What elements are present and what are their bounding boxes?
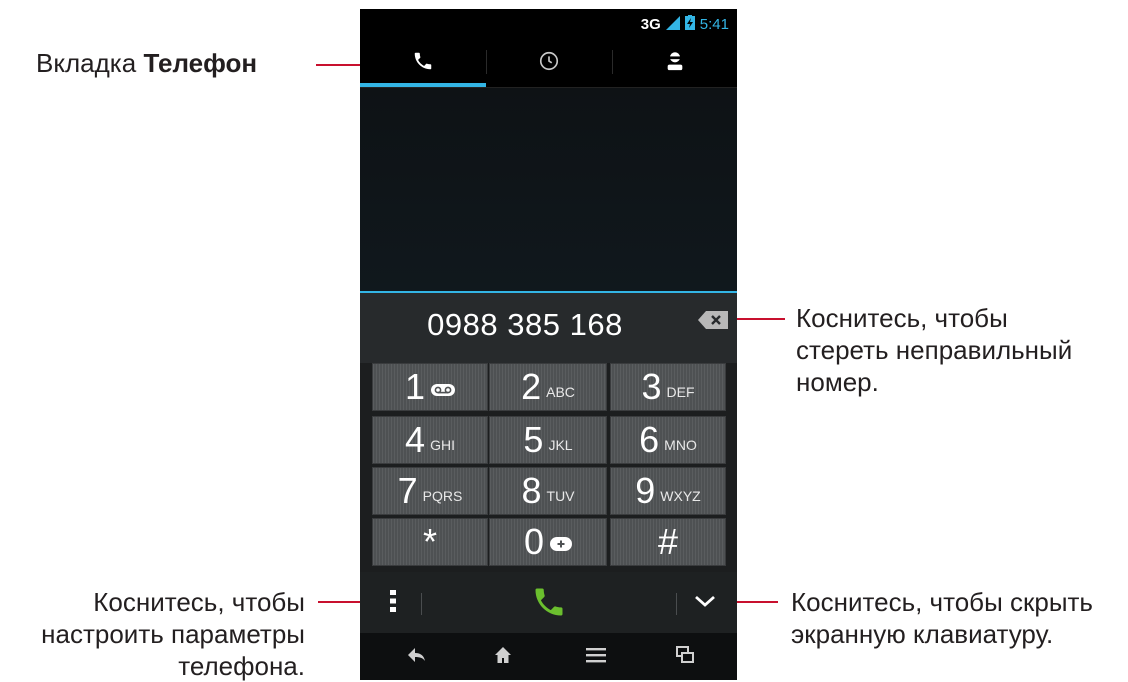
dial-pad: 1 2 ABC 3 DEF 4 GHI 5 JKL 6 MNO 7 PQRS 8 TUV 9 WXYZ * 0 #: [360, 363, 737, 572]
dial-key-digit: 4: [405, 419, 426, 460]
person-icon: [664, 50, 686, 77]
call-button[interactable]: [525, 586, 573, 622]
status-bar: 3G 5:41: [360, 9, 737, 39]
nav-home-button[interactable]: [483, 643, 523, 671]
navigation-bar: [360, 633, 737, 680]
annotation-backspace-line1: Коснитесь, чтобы: [796, 303, 1008, 333]
dial-key-3[interactable]: 3 DEF: [610, 363, 726, 411]
tab-recent[interactable]: [486, 39, 612, 87]
backspace-icon: [698, 311, 728, 333]
dial-key-6[interactable]: 6 MNO: [610, 416, 726, 464]
action-separator: [676, 593, 677, 615]
annotation-menu-line3: телефона.: [178, 651, 305, 681]
dial-key-9[interactable]: 9 WXYZ: [610, 467, 726, 515]
dial-key-letters: MNO: [664, 437, 697, 453]
overflow-menu-icon: [389, 589, 397, 618]
dial-key-1[interactable]: 1: [372, 363, 488, 411]
phone-screen: 3G 5:41 0 988 385 168 1 2 ABC 3 DEF 4 GHI…: [360, 9, 737, 680]
nav-back-button[interactable]: [396, 643, 436, 671]
status-time: 5:41: [699, 16, 729, 33]
menu-icon: [586, 647, 606, 668]
dial-key-digit: 1: [404, 366, 426, 407]
dial-key-digit: 3: [641, 366, 662, 407]
network-type: 3G: [640, 16, 661, 33]
back-icon: [406, 647, 426, 668]
dial-key-8[interactable]: 8 TUV: [489, 467, 607, 515]
home-icon: [494, 646, 512, 669]
digits-field[interactable]: 0988 385 168: [360, 291, 737, 363]
annotation-backspace-line3: номер.: [796, 367, 879, 397]
annotation-backspace-line2: стереть неправильный: [796, 335, 1073, 365]
backspace-button[interactable]: [698, 311, 728, 334]
dial-key-letters: JKL: [548, 437, 573, 453]
dial-key-digit: 5: [523, 419, 544, 460]
dial-key-0[interactable]: 0: [489, 518, 607, 566]
dial-key-letters: WXYZ: [660, 488, 701, 504]
dial-key-digit: #: [657, 521, 679, 562]
clock-icon: [538, 50, 560, 77]
dial-key-2[interactable]: 2 ABC: [489, 363, 607, 411]
dial-key-7[interactable]: 7 PQRS: [372, 467, 488, 515]
annotation-phone-tab-bold: Телефон: [143, 48, 258, 78]
dial-key-digit: *: [422, 521, 437, 562]
dial-key-digit: 6: [639, 419, 660, 460]
dial-key-5[interactable]: 5 JKL: [489, 416, 607, 464]
tab-separator: [486, 50, 487, 74]
call-icon: [531, 584, 567, 625]
dial-key-letters: PQRS: [422, 488, 463, 504]
overflow-menu-button[interactable]: [378, 588, 408, 618]
battery-charging-icon: [684, 15, 695, 34]
action-separator: [421, 593, 422, 615]
hide-keypad-button[interactable]: [690, 588, 720, 618]
annotation-menu-line2: настроить параметры: [41, 619, 305, 649]
annotation-phone-tab-prefix: Вкладка: [36, 48, 137, 78]
tab-bar: [360, 39, 737, 87]
tab-separator: [612, 50, 613, 74]
dial-key-digit: 7: [397, 470, 418, 511]
annotation-hide-line2: экранную клавиатуру.: [791, 619, 1054, 649]
dial-key-hash[interactable]: #: [610, 518, 726, 566]
dial-key-letters: GHI: [430, 437, 455, 453]
voicemail-icon: [431, 383, 456, 401]
plus-icon: [550, 536, 573, 556]
annotation-menu-line1: Коснитесь, чтобы: [93, 587, 305, 617]
tab-contacts[interactable]: [612, 39, 737, 87]
dial-key-star[interactable]: *: [372, 518, 488, 566]
phone-icon: [412, 50, 434, 77]
dialed-number: 0988 385 168: [427, 307, 623, 342]
signal-icon: [665, 15, 680, 34]
dial-key-digit: 0: [523, 521, 545, 562]
dial-key-digit: 8: [521, 470, 542, 511]
annotation-hide-keyboard: Коснитесь, чтобы скрыть экранную клавиат…: [791, 586, 1093, 650]
dial-key-letters: DEF: [666, 384, 695, 400]
dial-key-letters: ABC: [546, 384, 575, 400]
empty-area: [360, 88, 737, 291]
annotation-menu: Коснитесь, чтобы настроить параметры тел…: [15, 586, 305, 682]
nav-menu-button[interactable]: [576, 643, 616, 671]
dial-key-digit: 2: [521, 366, 542, 407]
dial-key-digit: 9: [635, 470, 656, 511]
chevron-down-icon: [694, 594, 716, 613]
dial-key-4[interactable]: 4 GHI: [372, 416, 488, 464]
dial-key-letters: TUV: [546, 488, 575, 504]
annotation-phone-tab: Вкладка Телефон: [36, 47, 257, 79]
dialer-action-bar: [360, 572, 737, 633]
annotation-hide-line1: Коснитесь, чтобы скрыть: [791, 587, 1093, 617]
recent-apps-icon: [676, 645, 694, 669]
nav-recent-apps-button[interactable]: [665, 643, 705, 671]
annotation-backspace: Коснитесь, чтобы стереть неправильный но…: [796, 302, 1072, 398]
tab-phone[interactable]: [360, 39, 486, 87]
